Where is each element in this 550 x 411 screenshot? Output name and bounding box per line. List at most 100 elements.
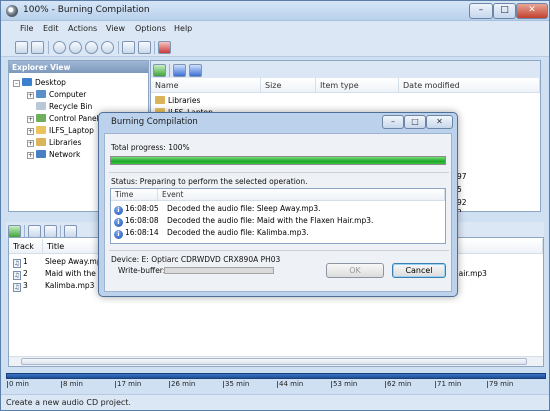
tree-item-network[interactable]: + Network bbox=[27, 150, 80, 161]
expand-icon[interactable]: + bbox=[27, 140, 34, 147]
capacity-tick: 62 min bbox=[384, 380, 412, 388]
capacity-tick: 0 min bbox=[7, 380, 29, 388]
drive-icon[interactable] bbox=[138, 41, 151, 54]
recycle-bin-icon bbox=[36, 102, 46, 110]
libraries-icon bbox=[36, 138, 46, 146]
close-button[interactable]: ✕ bbox=[516, 3, 548, 19]
column-event[interactable]: Event bbox=[158, 189, 445, 201]
network-icon bbox=[36, 150, 46, 158]
desktop-icon bbox=[22, 78, 32, 86]
new-project-icon[interactable] bbox=[15, 41, 28, 54]
capacity-tick: 79 min bbox=[486, 380, 514, 388]
tree-item-libraries[interactable]: + Libraries bbox=[27, 138, 81, 149]
file-name: Libraries bbox=[168, 96, 201, 105]
log-row: i 16:08:05 Decoded the audio file: Sleep A… bbox=[114, 204, 321, 215]
exit-icon[interactable] bbox=[158, 41, 171, 54]
tree-item-label: Control Panel bbox=[49, 114, 99, 123]
folder-icon bbox=[36, 126, 46, 134]
capacity-tick: 8 min bbox=[61, 380, 83, 388]
column-item-type[interactable]: Item type bbox=[316, 78, 399, 93]
main-window: 100% - Burning Compilation – □ ✕ File Ed… bbox=[0, 0, 550, 411]
track-number: 2 bbox=[23, 269, 28, 278]
capacity-tick: 71 min bbox=[434, 380, 462, 388]
collapse-icon[interactable]: – bbox=[13, 80, 20, 87]
column-date-modified[interactable]: Date modified bbox=[399, 78, 540, 93]
main-toolbar bbox=[1, 38, 549, 57]
music-note-icon: ♫ bbox=[13, 283, 21, 292]
cancel-button[interactable]: Cancel bbox=[392, 263, 446, 278]
menu-file[interactable]: File bbox=[20, 24, 33, 33]
tree-item-label: ILFS_Laptop bbox=[49, 126, 94, 135]
menu-help[interactable]: Help bbox=[174, 24, 192, 33]
maximize-button[interactable]: □ bbox=[493, 3, 516, 19]
log-time: 16:08:08 bbox=[125, 216, 159, 225]
explorer-header: Explorer View bbox=[9, 61, 148, 73]
expand-icon[interactable]: + bbox=[27, 92, 34, 99]
tree-item-control-panel[interactable]: + Control Panel bbox=[27, 114, 99, 125]
event-log: Time Event i 16:08:05 Decoded the audio fi… bbox=[110, 188, 446, 244]
tree-item-label: Computer bbox=[49, 90, 87, 99]
toolbar-separator bbox=[154, 41, 155, 54]
capacity-tick: 17 min bbox=[114, 380, 142, 388]
expand-icon[interactable]: + bbox=[27, 116, 34, 123]
tree-item-ilfs-laptop[interactable]: + ILFS_Laptop bbox=[27, 126, 94, 137]
track-title-overflow: Hair.mp3 bbox=[453, 269, 487, 278]
expand-icon[interactable]: + bbox=[27, 152, 34, 159]
minimize-button[interactable]: – bbox=[469, 3, 493, 19]
cut-icon[interactable] bbox=[122, 41, 135, 54]
menu-view[interactable]: View bbox=[106, 24, 125, 33]
track-row[interactable]: ♫ 3 Kalimba.mp3 bbox=[13, 281, 94, 292]
capacity-tick: 53 min bbox=[330, 380, 358, 388]
file-row[interactable]: Libraries bbox=[155, 96, 200, 105]
erase-disc-icon[interactable] bbox=[85, 41, 98, 54]
up-folder-icon[interactable] bbox=[153, 64, 166, 77]
tree-item-computer[interactable]: + Computer bbox=[27, 90, 86, 101]
disc-info-icon[interactable] bbox=[101, 41, 114, 54]
scrollbar-thumb[interactable] bbox=[21, 358, 527, 365]
add-files-icon[interactable] bbox=[173, 64, 186, 77]
device-label: Device: E: Optiarc CDRWDVD CRX890A PH03 bbox=[111, 255, 281, 264]
track-number: 1 bbox=[23, 257, 28, 266]
copy-disc-icon[interactable] bbox=[69, 41, 82, 54]
expand-icon[interactable]: + bbox=[27, 128, 34, 135]
track-row[interactable]: ♫ 1 Sleep Away.mp3 bbox=[13, 257, 106, 268]
window-title: 100% - Burning Compilation bbox=[23, 5, 150, 15]
dialog-close-button[interactable]: ✕ bbox=[426, 115, 453, 129]
burn-disc-icon[interactable] bbox=[53, 41, 66, 54]
menu-options[interactable]: Options bbox=[135, 24, 166, 33]
info-icon: i bbox=[114, 230, 123, 239]
horizontal-scrollbar[interactable] bbox=[9, 356, 543, 366]
log-time: 16:08:14 bbox=[125, 228, 159, 237]
menu-edit[interactable]: Edit bbox=[43, 24, 59, 33]
total-progress-bar bbox=[110, 156, 446, 165]
tree-item-label: Network bbox=[49, 150, 81, 159]
menu-actions[interactable]: Actions bbox=[68, 24, 97, 33]
add-folder-icon[interactable] bbox=[189, 64, 202, 77]
ok-button[interactable]: OK bbox=[326, 263, 384, 278]
log-event: Decoded the audio file: Kalimba.mp3. bbox=[167, 228, 309, 237]
log-event: Decoded the audio file: Sleep Away.mp3. bbox=[167, 204, 321, 213]
info-icon: i bbox=[114, 206, 123, 215]
column-size[interactable]: Size bbox=[261, 78, 316, 93]
music-note-icon: ♫ bbox=[13, 271, 21, 280]
title-bar: 100% - Burning Compilation – □ ✕ bbox=[1, 1, 549, 21]
column-time[interactable]: Time bbox=[111, 189, 158, 201]
column-name[interactable]: Name bbox=[151, 78, 261, 93]
status-label: Status: Preparing to perform the selecte… bbox=[111, 177, 308, 186]
tree-item-recycle-bin[interactable]: Recycle Bin bbox=[36, 102, 92, 113]
partial-date: 92 bbox=[457, 198, 467, 207]
column-track[interactable]: Track bbox=[9, 239, 43, 254]
log-row: i 16:08:08 Decoded the audio file: Maid wi… bbox=[114, 216, 373, 227]
dialog-maximize-button[interactable]: □ bbox=[404, 115, 426, 129]
disc-app-icon bbox=[6, 5, 18, 17]
libraries-icon bbox=[155, 96, 165, 104]
music-note-icon: ♫ bbox=[13, 259, 21, 268]
toolbar-separator bbox=[169, 64, 170, 77]
dialog-minimize-button[interactable]: – bbox=[382, 115, 404, 129]
track-title: Kalimba.mp3 bbox=[45, 281, 95, 290]
save-project-icon[interactable] bbox=[31, 41, 44, 54]
control-panel-icon bbox=[36, 114, 46, 122]
total-progress-fill bbox=[111, 157, 445, 164]
tree-item-label: Libraries bbox=[49, 138, 82, 147]
tree-item-desktop[interactable]: – Desktop bbox=[13, 78, 66, 89]
